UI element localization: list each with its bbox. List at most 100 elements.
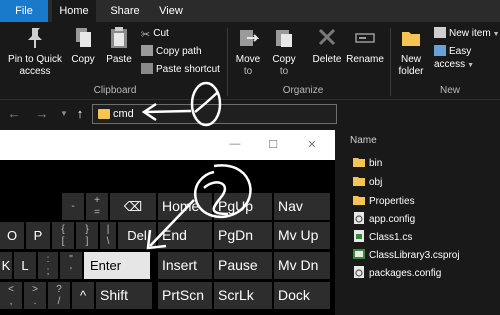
paste-shortcut-icon <box>141 63 153 74</box>
copy-path-icon <box>141 45 153 56</box>
back-arrow-icon[interactable]: ← <box>6 104 22 124</box>
folder-icon <box>98 109 110 119</box>
copy-to-label-line2: to <box>279 66 289 77</box>
organize-group-label: Organize <box>282 85 324 96</box>
key-p[interactable]: P <box>26 222 50 249</box>
recent-locations-chevron-icon[interactable]: ▼ <box>56 104 72 124</box>
tab-file[interactable]: File <box>0 0 48 22</box>
rename-label: Rename <box>346 54 384 65</box>
maximize-icon[interactable]: ☐ <box>266 138 280 151</box>
new-folder-label-line2: folder <box>398 66 424 77</box>
key-pause[interactable]: Pause <box>214 252 272 279</box>
key-nav[interactable]: Nav <box>274 193 330 220</box>
key-shift[interactable]: Shift <box>96 282 152 309</box>
file-name: packages.config <box>369 268 442 279</box>
delete-button[interactable]: Delete <box>310 26 344 66</box>
key-o[interactable]: O <box>0 222 24 249</box>
key-pgup[interactable]: PgUp <box>214 193 272 220</box>
key-scrlk[interactable]: ScrLk <box>214 282 272 309</box>
list-item[interactable]: Properties <box>353 194 415 210</box>
key-enter[interactable]: Enter <box>84 252 150 279</box>
key-k[interactable]: K <box>0 252 12 279</box>
ribbon: Pin to Quick access Copy Paste ✂ Cut Copy… <box>0 22 500 100</box>
new-folder-button[interactable]: New folder <box>394 26 428 78</box>
pin-icon <box>28 28 42 48</box>
copy-to-button[interactable]: Copy to <box>268 26 300 78</box>
paste-button[interactable]: Paste <box>102 26 136 66</box>
column-header-name[interactable]: Name <box>350 135 377 146</box>
copy-label: Copy <box>71 54 95 65</box>
list-item[interactable]: app.config <box>353 212 415 228</box>
key-insert[interactable]: Insert <box>158 252 212 279</box>
copy-to-label-line1: Copy <box>272 54 296 65</box>
chevron-down-icon: ▼ <box>490 31 500 38</box>
address-bar[interactable] <box>92 104 337 124</box>
new-item-button[interactable]: New item ▼ <box>434 27 500 41</box>
pin-to-quick-access-button[interactable]: Pin to Quick access <box>4 26 66 78</box>
csharp-file-icon <box>354 230 364 242</box>
list-item[interactable]: Class1.cs <box>353 230 412 246</box>
key-prtscn[interactable]: PrtScn <box>158 282 212 309</box>
on-screen-keyboard: — ☐ ✕ - + = ⌫ Home PgUp Nav O P { [ } ] … <box>0 130 335 315</box>
address-input[interactable] <box>113 105 313 123</box>
key-home[interactable]: Home <box>158 193 212 220</box>
key-left-brace[interactable]: { [ <box>52 222 74 249</box>
tab-view[interactable]: View <box>152 0 190 22</box>
file-name: bin <box>369 158 383 169</box>
key-colon[interactable]: : ; <box>38 252 58 279</box>
move-to-button[interactable]: Move to <box>232 26 264 78</box>
move-to-label-line1: Move <box>235 54 261 65</box>
key-pgdn[interactable]: PgDn <box>214 222 272 249</box>
list-item[interactable]: ClassLibrary3.csproj <box>353 248 460 264</box>
key-backspace[interactable]: ⌫ <box>110 193 156 220</box>
forward-arrow-icon[interactable]: → <box>34 104 50 124</box>
copy-path-button[interactable]: Copy path <box>141 45 202 58</box>
rename-button[interactable]: Rename <box>346 26 384 66</box>
key-del[interactable]: Del <box>118 222 156 249</box>
csproj-file-icon <box>353 249 365 259</box>
cut-button[interactable]: ✂ Cut <box>141 27 169 41</box>
file-list: Name bin obj Properties app.config Class… <box>345 128 500 315</box>
minimize-icon[interactable]: — <box>228 138 242 150</box>
close-icon[interactable]: ✕ <box>305 138 319 151</box>
up-arrow-icon[interactable]: ↑ <box>72 104 88 124</box>
list-item[interactable]: packages.config <box>353 266 441 282</box>
tab-share[interactable]: Share <box>104 0 146 22</box>
key-plus-equals[interactable]: + = <box>86 193 108 220</box>
file-name: Properties <box>369 196 415 207</box>
scissors-icon: ✂ <box>141 29 151 41</box>
move-to-label-line2: to <box>243 66 253 77</box>
folder-icon <box>353 196 365 205</box>
key-end[interactable]: End <box>158 222 212 249</box>
key-l[interactable]: L <box>14 252 36 279</box>
keyboard-title-bar: — ☐ ✕ <box>0 130 335 160</box>
key-quote[interactable]: " ' <box>60 252 82 279</box>
key-slash[interactable]: ? / <box>48 282 70 309</box>
key-up-arrow[interactable]: ^ <box>72 282 94 309</box>
delete-label: Delete <box>312 54 342 65</box>
easy-access-button[interactable]: Easy access ▼ <box>434 45 500 72</box>
file-name: obj <box>369 177 383 188</box>
list-item[interactable]: obj <box>353 175 382 191</box>
cut-label: Cut <box>153 28 169 39</box>
key-period[interactable]: > . <box>24 282 46 309</box>
pin-label-line1: Pin to Quick <box>8 54 62 65</box>
copy-button[interactable]: Copy <box>68 26 98 66</box>
key-move-up[interactable]: Mv Up <box>274 222 330 249</box>
list-item[interactable]: bin <box>353 156 382 172</box>
copy-path-label: Copy path <box>156 46 202 57</box>
key-comma[interactable]: < , <box>0 282 22 309</box>
paste-shortcut-label: Paste shortcut <box>156 64 220 75</box>
file-name: Class1.cs <box>369 232 413 243</box>
paste-shortcut-button[interactable]: Paste shortcut <box>141 63 220 76</box>
new-group-label: New <box>439 85 460 96</box>
key-right-brace[interactable]: } ] <box>76 222 98 249</box>
move-to-icon <box>240 30 260 46</box>
tab-home[interactable]: Home <box>52 0 96 22</box>
key-move-down[interactable]: Mv Dn <box>274 252 330 279</box>
chevron-down-icon: ▼ <box>465 62 474 69</box>
key-minus[interactable]: - <box>62 193 84 220</box>
key-dock[interactable]: Dock <box>274 282 330 309</box>
key-pipe[interactable]: | \ <box>100 222 116 249</box>
new-item-icon <box>434 27 446 38</box>
